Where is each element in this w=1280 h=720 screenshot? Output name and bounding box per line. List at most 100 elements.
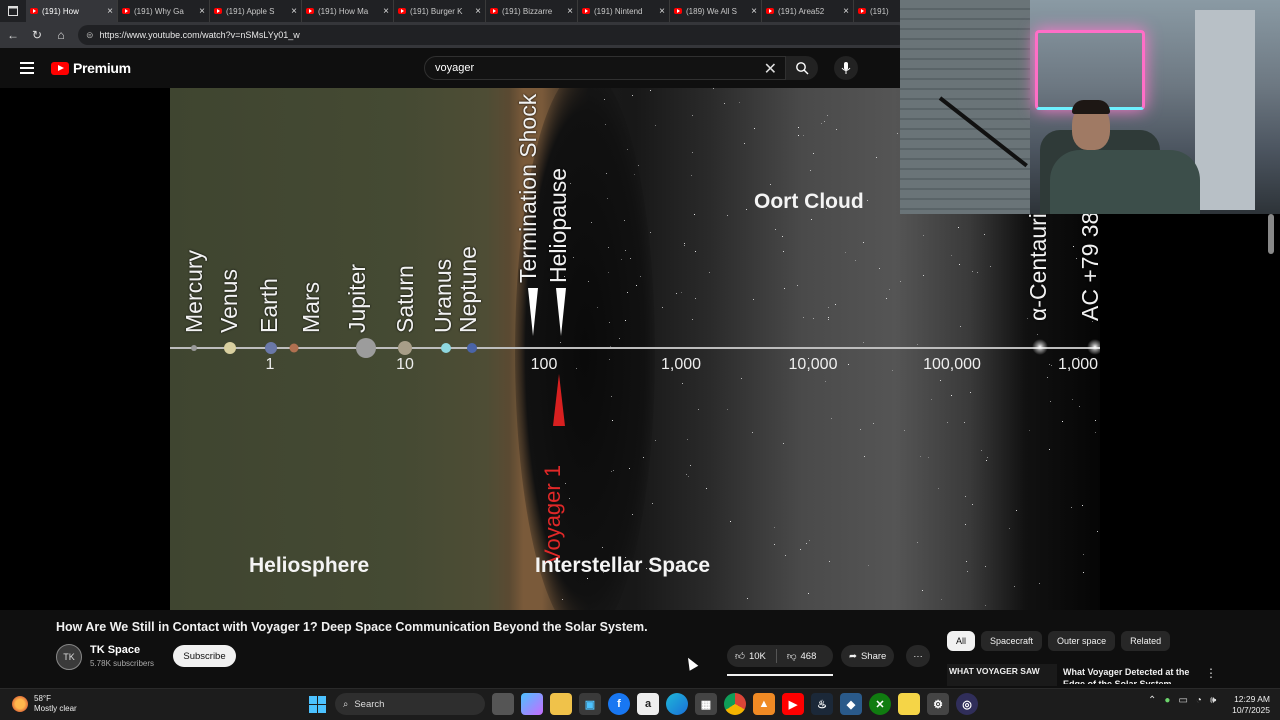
like-button[interactable]: 👍︎ 10K — [735, 650, 766, 663]
search-input[interactable]: voyager ✕ — [424, 56, 786, 80]
browser-tab[interactable]: (191) Nintend × — [578, 0, 670, 22]
background-star — [651, 503, 653, 505]
background-star — [1079, 405, 1081, 407]
back-icon[interactable]: ← — [6, 28, 20, 42]
calculator-icon[interactable]: ▦ — [695, 693, 717, 715]
youtube-icon[interactable]: ▶ — [782, 693, 804, 715]
background-star — [607, 247, 609, 249]
search-button[interactable] — [786, 56, 818, 80]
browser-tab[interactable]: (191) How × — [26, 0, 118, 22]
system-tray: ⌃ ● ▭ ◔ 🕪︎ — [1148, 695, 1216, 706]
background-star — [686, 438, 688, 440]
close-tab-icon[interactable]: × — [567, 6, 573, 17]
close-tab-icon[interactable]: × — [291, 6, 297, 17]
weather-condition: Mostly clear — [34, 704, 77, 713]
task-view-icon[interactable] — [492, 693, 514, 715]
background-star — [738, 102, 740, 104]
share-button[interactable]: ➦ Share — [841, 645, 895, 667]
copilot-icon[interactable] — [521, 693, 543, 715]
xbox-icon[interactable]: ✕ — [869, 693, 891, 715]
voyager-label: Voyager 1 — [540, 464, 565, 564]
tab-actions-icon[interactable] — [0, 0, 26, 22]
background-star — [691, 319, 693, 321]
more-actions-button[interactable]: ··· — [906, 645, 930, 667]
close-tab-icon[interactable]: × — [475, 6, 481, 17]
amazon-icon[interactable]: a — [637, 693, 659, 715]
background-star — [624, 250, 626, 252]
tab-label: (189) We All S — [686, 6, 737, 16]
taskbar-search[interactable]: ⌕ Search — [335, 693, 485, 715]
home-icon[interactable]: ⌂ — [54, 28, 68, 42]
store-icon[interactable]: ▣ — [579, 693, 601, 715]
filter-chip[interactable]: Related — [1121, 631, 1171, 651]
background-star — [977, 271, 979, 273]
recommended-thumbnail[interactable]: WHAT VOYAGER SAW — [947, 664, 1057, 686]
background-star — [774, 229, 776, 231]
background-star — [770, 183, 772, 185]
weather-widget[interactable]: 58°F Mostly clear — [12, 694, 77, 714]
browser-tab[interactable]: (189) We All S × — [670, 0, 762, 22]
file-explorer-icon[interactable] — [550, 693, 572, 715]
avatar[interactable]: TK — [56, 644, 82, 670]
channel-name[interactable]: TK Space — [90, 644, 140, 656]
clock[interactable]: 12:29 AM 10/7/2025 — [1224, 694, 1270, 716]
app-icon[interactable]: ◆ — [840, 693, 862, 715]
close-tab-icon[interactable]: × — [383, 6, 389, 17]
subscribe-button[interactable]: Subscribe — [173, 645, 236, 667]
close-tab-icon[interactable]: × — [843, 6, 849, 17]
reload-icon[interactable]: ↻ — [30, 28, 44, 42]
site-info-icon[interactable]: ⊜ — [86, 30, 94, 41]
background-star — [1037, 333, 1039, 335]
dislike-button[interactable]: 👎︎ 468 — [787, 650, 817, 663]
network-icon[interactable]: ◔ — [1196, 695, 1202, 706]
background-star — [1008, 528, 1010, 530]
background-star — [990, 266, 992, 268]
divider — [775, 649, 777, 663]
youtube-favicon-icon — [398, 8, 406, 14]
browser-tab[interactable]: (191) Area52 × — [762, 0, 854, 22]
recommended-title[interactable]: What Voyager Detected at the Edge of the… — [1063, 666, 1203, 684]
tick-label: 100 — [530, 356, 558, 373]
kebab-menu-icon[interactable]: ⋮ — [1205, 666, 1217, 680]
volume-icon[interactable]: 🕪︎ — [1210, 695, 1216, 706]
page-scrollbar[interactable] — [1268, 214, 1274, 254]
termination-shock-label: Termination Shock — [515, 93, 541, 283]
filter-chip[interactable]: All — [947, 631, 976, 651]
sticky-notes-icon[interactable] — [898, 693, 920, 715]
obs-icon[interactable]: ◎ — [956, 693, 978, 715]
close-tab-icon[interactable]: × — [199, 6, 205, 17]
chevron-up-icon[interactable]: ⌃ — [1148, 695, 1156, 706]
temperature: 58°F — [34, 694, 51, 703]
facebook-icon[interactable]: f — [608, 693, 630, 715]
close-icon[interactable]: ✕ — [764, 59, 777, 79]
filter-chip[interactable]: Spacecraft — [981, 631, 1043, 651]
browser-tab[interactable]: (191) Burger K × — [394, 0, 486, 22]
background-star — [1049, 448, 1051, 450]
background-star — [612, 469, 614, 471]
url-field[interactable]: ⊜ https://www.youtube.com/watch?v=nSMsLY… — [78, 25, 908, 45]
close-tab-icon[interactable]: × — [751, 6, 757, 17]
display-icon[interactable]: ▭ — [1178, 695, 1187, 706]
mic-button[interactable] — [834, 56, 858, 80]
browser-tab[interactable]: (191) How Ma × — [302, 0, 394, 22]
browser-tab[interactable]: (191) Why Ga × — [118, 0, 210, 22]
windows-start-icon[interactable] — [306, 693, 328, 715]
mic-tray-icon[interactable]: ● — [1164, 695, 1170, 706]
menu-icon[interactable] — [20, 62, 34, 74]
background-star — [1082, 571, 1084, 573]
chrome-icon[interactable] — [724, 693, 746, 715]
youtube-logo[interactable]: Premium — [51, 60, 131, 76]
close-tab-icon[interactable]: × — [107, 6, 113, 17]
edge-icon[interactable] — [666, 693, 688, 715]
background-star — [609, 321, 611, 323]
background-star — [1016, 509, 1018, 511]
filter-chip[interactable]: Outer space — [1048, 631, 1116, 651]
browser-tab[interactable]: (191) Bizzarre × — [486, 0, 578, 22]
steam-icon[interactable]: ♨ — [811, 693, 833, 715]
background-star — [724, 103, 726, 105]
vlc-icon[interactable]: ▲ — [753, 693, 775, 715]
background-star — [643, 457, 645, 459]
settings-icon[interactable]: ⚙ — [927, 693, 949, 715]
close-tab-icon[interactable]: × — [659, 6, 665, 17]
browser-tab[interactable]: (191) Apple S × — [210, 0, 302, 22]
